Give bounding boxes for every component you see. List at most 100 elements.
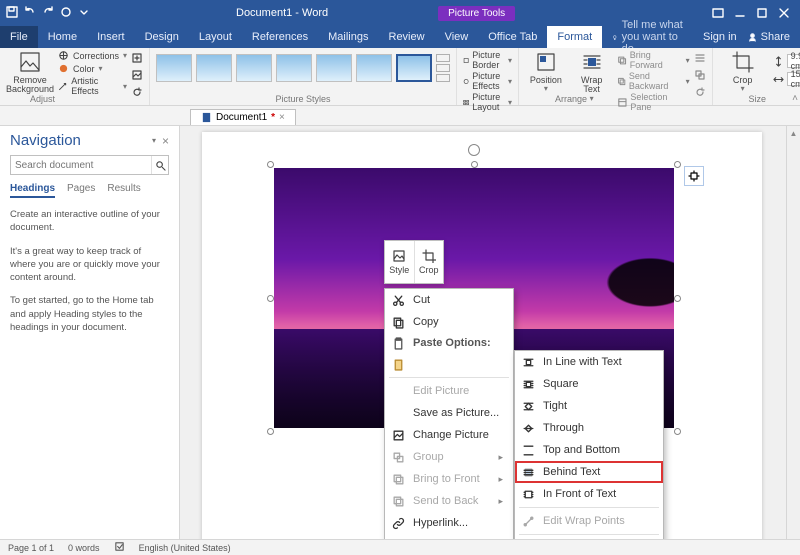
effects-icon bbox=[463, 76, 469, 87]
mini-crop-button[interactable]: Crop bbox=[414, 241, 444, 283]
style-thumb[interactable] bbox=[156, 54, 192, 82]
nav-search-input[interactable] bbox=[11, 156, 151, 174]
status-language[interactable]: English (United States) bbox=[139, 543, 231, 553]
nav-tab-pages[interactable]: Pages bbox=[67, 183, 95, 198]
artistic-effects-button[interactable]: Artistic Effects▾ bbox=[58, 76, 127, 96]
nav-tab-headings[interactable]: Headings bbox=[10, 183, 55, 198]
rotate-handle[interactable] bbox=[468, 144, 480, 156]
wrap-through[interactable]: Through bbox=[515, 417, 663, 439]
ctx-cut[interactable]: Cut bbox=[385, 289, 513, 311]
word-doc-icon bbox=[201, 112, 212, 123]
resize-handle[interactable] bbox=[267, 295, 274, 302]
tab-design[interactable]: Design bbox=[135, 26, 189, 48]
style-thumb[interactable] bbox=[316, 54, 352, 82]
wrap-behind[interactable]: Behind Text bbox=[515, 461, 663, 483]
tab-mailings[interactable]: Mailings bbox=[318, 26, 378, 48]
style-thumb[interactable] bbox=[356, 54, 392, 82]
ctx-edit-picture: Edit Picture bbox=[385, 380, 513, 402]
picture-layout-button[interactable]: Picture Layout▾ bbox=[463, 92, 512, 112]
tab-office-tab[interactable]: Office Tab bbox=[478, 26, 547, 48]
picture-border-button[interactable]: Picture Border▾ bbox=[463, 50, 512, 70]
status-words[interactable]: 0 words bbox=[68, 543, 100, 553]
share-button[interactable]: Share bbox=[747, 31, 790, 43]
vertical-scrollbar[interactable]: ▲ bbox=[786, 126, 800, 539]
width-field[interactable]: 15.92 cm▴▾ bbox=[773, 72, 800, 86]
save-icon[interactable] bbox=[6, 6, 18, 21]
ctx-copy[interactable]: Copy bbox=[385, 311, 513, 333]
tab-review[interactable]: Review bbox=[379, 26, 435, 48]
ctx-hyperlink[interactable]: Hyperlink... bbox=[385, 512, 513, 534]
ctx-paste-option[interactable] bbox=[385, 353, 513, 375]
rotate-icon[interactable] bbox=[694, 86, 706, 101]
mini-style-button[interactable]: Style bbox=[385, 241, 414, 283]
wrap-square[interactable]: Square bbox=[515, 373, 663, 395]
document-tab[interactable]: Document1* × bbox=[190, 109, 296, 125]
gallery-more-button[interactable] bbox=[436, 54, 450, 82]
close-icon[interactable] bbox=[778, 7, 790, 19]
wrap-tight[interactable]: Tight bbox=[515, 395, 663, 417]
style-thumb[interactable] bbox=[196, 54, 232, 82]
style-thumb-selected[interactable] bbox=[396, 54, 432, 82]
style-thumb[interactable] bbox=[276, 54, 312, 82]
tab-references[interactable]: References bbox=[242, 26, 318, 48]
nav-dropdown-icon[interactable]: ▾ bbox=[152, 136, 156, 145]
ctx-save-as-picture[interactable]: Save as Picture... bbox=[385, 402, 513, 424]
picture-styles-gallery[interactable] bbox=[156, 50, 450, 82]
wrap-top-bottom[interactable]: Top and Bottom bbox=[515, 439, 663, 461]
reset-picture-icon[interactable] bbox=[131, 86, 143, 101]
remove-background-button[interactable]: Remove Background bbox=[6, 50, 54, 95]
collapse-ribbon-icon[interactable]: ˄ bbox=[792, 93, 798, 104]
align-icon[interactable] bbox=[694, 52, 706, 67]
tab-layout[interactable]: Layout bbox=[189, 26, 242, 48]
style-thumb[interactable] bbox=[236, 54, 272, 82]
resize-handle[interactable] bbox=[674, 295, 681, 302]
tab-format[interactable]: Format bbox=[547, 26, 602, 48]
layout-options-button[interactable] bbox=[684, 166, 704, 186]
compress-pictures-icon[interactable] bbox=[131, 52, 143, 67]
nav-search[interactable] bbox=[10, 155, 169, 175]
height-field[interactable]: 9.95 cm▴▾ bbox=[773, 54, 800, 68]
ribbon: Remove Background Corrections▾ Color▾ Ar… bbox=[0, 48, 800, 106]
tab-file[interactable]: File bbox=[0, 26, 38, 48]
minimize-icon[interactable] bbox=[734, 7, 746, 19]
tab-insert[interactable]: Insert bbox=[87, 26, 135, 48]
color-button[interactable]: Color▾ bbox=[58, 63, 127, 74]
account-area: Sign in Share bbox=[693, 26, 800, 48]
size-group-label: Size bbox=[748, 94, 766, 104]
qat-more-icon[interactable] bbox=[78, 6, 90, 21]
corrections-button[interactable]: Corrections▾ bbox=[58, 50, 127, 61]
resize-handle[interactable] bbox=[674, 428, 681, 435]
status-spellcheck-icon[interactable] bbox=[114, 541, 125, 554]
tab-view[interactable]: View bbox=[435, 26, 479, 48]
page[interactable]: Style Crop Cut Copy Paste Options: Edit … bbox=[202, 132, 762, 539]
scroll-up-icon[interactable]: ▲ bbox=[787, 126, 800, 140]
nav-tab-results[interactable]: Results bbox=[107, 183, 140, 198]
send-backward-button[interactable]: Send Backward▾ bbox=[617, 71, 690, 91]
change-picture-icon[interactable] bbox=[131, 69, 143, 84]
undo-icon[interactable] bbox=[24, 6, 36, 21]
nav-close-icon[interactable]: × bbox=[162, 134, 169, 148]
resize-handle[interactable] bbox=[471, 161, 478, 168]
wrap-inline[interactable]: In Line with Text bbox=[515, 351, 663, 373]
maximize-icon[interactable] bbox=[756, 7, 768, 19]
tell-me-search[interactable]: Tell me what you want to do... bbox=[602, 26, 693, 48]
ribbon-display-icon[interactable] bbox=[712, 7, 724, 19]
touch-mode-icon[interactable] bbox=[60, 6, 72, 21]
status-page[interactable]: Page 1 of 1 bbox=[8, 543, 54, 553]
group-icon[interactable] bbox=[694, 69, 706, 84]
resize-handle[interactable] bbox=[674, 161, 681, 168]
ctx-change-picture[interactable]: Change Picture bbox=[385, 424, 513, 446]
document-canvas[interactable]: Style Crop Cut Copy Paste Options: Edit … bbox=[180, 126, 800, 539]
resize-handle[interactable] bbox=[267, 161, 274, 168]
bring-forward-button[interactable]: Bring Forward▾ bbox=[617, 50, 690, 70]
wrap-topbot-icon bbox=[522, 444, 535, 457]
redo-icon[interactable] bbox=[42, 6, 54, 21]
selection-pane-button[interactable]: Selection Pane bbox=[617, 92, 690, 112]
picture-effects-button[interactable]: Picture Effects▾ bbox=[463, 71, 512, 91]
close-tab-icon[interactable]: × bbox=[279, 112, 285, 123]
signin-link[interactable]: Sign in bbox=[703, 31, 737, 43]
tab-home[interactable]: Home bbox=[38, 26, 87, 48]
resize-handle[interactable] bbox=[267, 428, 274, 435]
search-icon[interactable] bbox=[151, 156, 168, 174]
wrap-in-front[interactable]: In Front of Text bbox=[515, 483, 663, 505]
